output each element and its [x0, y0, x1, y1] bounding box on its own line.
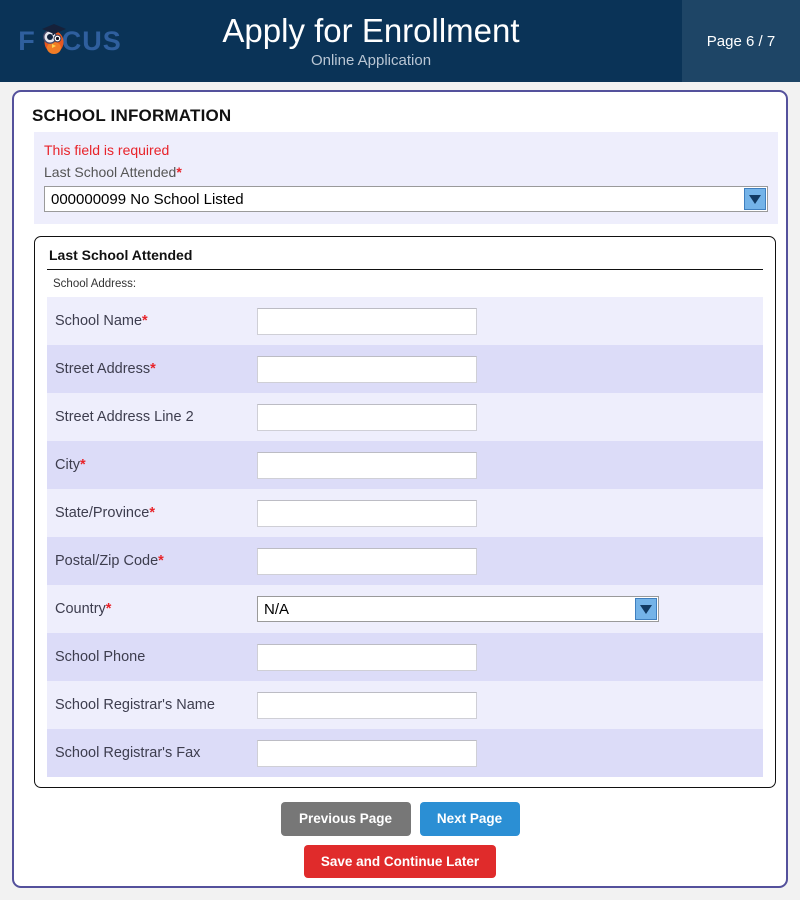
required-asterisk: *	[150, 361, 156, 378]
required-asterisk: *	[149, 505, 155, 522]
form-row: Street Address Line 2	[47, 393, 763, 442]
required-asterisk: *	[79, 457, 86, 474]
field-label-text: Street Address Line 2	[55, 409, 194, 426]
focus-logo-text: F CUS	[18, 23, 122, 56]
required-asterisk: *	[105, 601, 112, 618]
last-school-attended-label-text: Last School Attended	[44, 164, 177, 180]
school-address-fieldset: Last School Attended School Address: Sch…	[34, 236, 776, 789]
logo-letters-cus: CUS	[61, 25, 122, 56]
form-row: School Name*	[47, 297, 763, 346]
country-select-value: N/A	[264, 600, 290, 618]
field-label-text: Country	[55, 601, 106, 618]
next-page-button[interactable]: Next Page	[419, 802, 520, 836]
validation-error-message: This field is required	[44, 142, 170, 158]
form-row: School Registrar's Name	[47, 681, 763, 730]
required-asterisk: *	[176, 164, 182, 180]
text-input[interactable]	[257, 547, 477, 575]
last-school-attended-select[interactable]: 000000099 No School Listed	[44, 186, 768, 213]
save-and-continue-later-button[interactable]: Save and Continue Later	[304, 844, 496, 879]
field-label: Street Address Line 2	[55, 409, 257, 425]
field-label-text: Postal/Zip Code	[55, 553, 159, 570]
header-title-group: Apply for Enrollment Online Application	[140, 0, 682, 82]
fieldset-subtitle: School Address:	[53, 278, 137, 291]
field-label: Country*	[55, 601, 257, 617]
field-label: Street Address*	[55, 361, 257, 377]
form-actions: Previous Page Next Page Save and Continu…	[14, 802, 786, 879]
form-row: State/Province*	[47, 489, 763, 538]
previous-page-button[interactable]: Previous Page	[280, 802, 411, 836]
form-card: SCHOOL INFORMATION This field is require…	[12, 90, 788, 888]
brand-logo[interactable]: F CUS	[0, 0, 140, 82]
text-input[interactable]	[257, 643, 477, 671]
nav-button-row: Previous Page Next Page	[14, 802, 786, 836]
last-school-attended-block: This field is required Last School Atten…	[34, 132, 778, 225]
country-select[interactable]: N/A	[257, 596, 659, 623]
fieldset-divider	[47, 269, 763, 271]
form-row: Street Address*	[47, 345, 763, 394]
field-label: Postal/Zip Code*	[55, 553, 257, 569]
text-input[interactable]	[257, 403, 477, 431]
field-label-text: School Name	[55, 313, 143, 330]
field-label: School Phone	[55, 649, 257, 665]
text-input[interactable]	[257, 451, 477, 479]
field-label-text: Street Address	[55, 361, 151, 378]
field-label-text: School Registrar's Name	[55, 697, 215, 714]
field-label-text: State/Province	[55, 505, 150, 522]
section-heading: SCHOOL INFORMATION	[32, 106, 232, 125]
owl-mascot-graduation-cap-icon	[42, 23, 67, 54]
field-label: State/Province*	[55, 505, 257, 521]
page-indicator: Page 6 / 7	[682, 0, 800, 82]
last-school-attended-label: Last School Attended*	[44, 161, 768, 183]
page-subtitle: Online Application	[310, 52, 432, 70]
field-label: School Registrar's Fax	[55, 745, 257, 761]
form-row: City*	[47, 441, 763, 490]
field-label-text: City	[55, 457, 80, 474]
form-row: School Registrar's Fax	[47, 729, 763, 778]
text-input[interactable]	[257, 307, 477, 335]
form-rows: School Name* Street Address* Street Addres…	[47, 297, 763, 778]
app-header: F CUS Apply for Enrollment Online Applic…	[0, 0, 800, 82]
field-label-text: School Phone	[55, 649, 146, 666]
text-input[interactable]	[257, 355, 477, 383]
required-asterisk: *	[142, 313, 148, 330]
fieldset-title: Last School Attended	[49, 247, 193, 264]
text-input[interactable]	[257, 739, 477, 767]
chevron-down-icon[interactable]	[635, 598, 657, 621]
field-label: School Registrar's Name	[55, 697, 257, 713]
logo-letter-f: F	[18, 25, 36, 56]
text-input[interactable]	[257, 691, 477, 719]
field-label-text: School Registrar's Fax	[55, 745, 201, 762]
last-school-attended-value: 000000099 No School Listed	[51, 190, 244, 208]
required-asterisk: *	[158, 553, 164, 570]
form-row: Country* N/A	[47, 585, 763, 634]
chevron-down-icon[interactable]	[744, 188, 766, 211]
field-label: City*	[55, 457, 257, 473]
form-row: School Phone	[47, 633, 763, 682]
field-label: School Name*	[55, 313, 257, 329]
text-input[interactable]	[257, 499, 477, 527]
form-row: Postal/Zip Code*	[47, 537, 763, 586]
page-title: Apply for Enrollment	[222, 11, 520, 49]
